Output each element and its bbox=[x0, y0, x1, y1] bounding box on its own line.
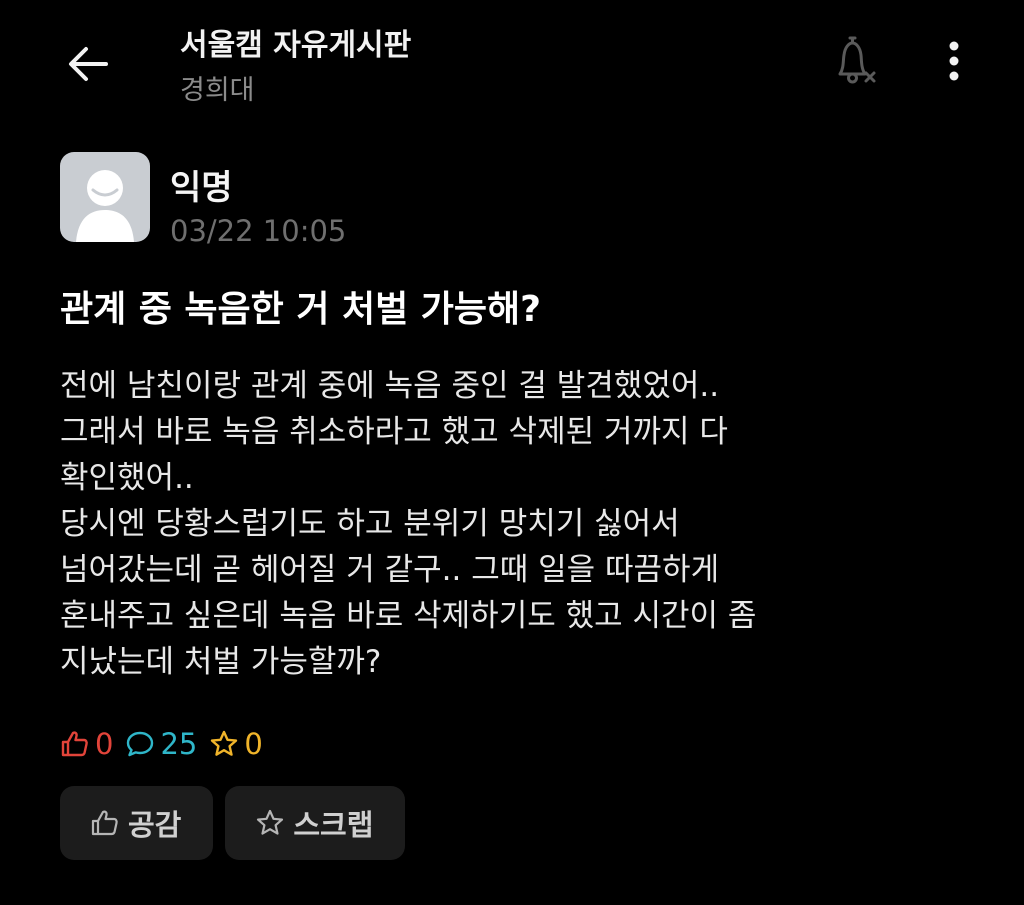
board-title: 서울캠 자유게시판 bbox=[180, 28, 412, 63]
notification-toggle-button[interactable] bbox=[828, 34, 884, 90]
like-count: 0 bbox=[95, 727, 114, 761]
star-icon bbox=[257, 809, 284, 835]
board-subtitle: 경희대 bbox=[180, 75, 255, 106]
thumbs-up-icon bbox=[91, 810, 118, 836]
comment-count-stat: 25 bbox=[125, 727, 197, 761]
scrap-button[interactable]: 스크랩 bbox=[225, 786, 406, 860]
post-body-line: 당시엔 당황스럽기도 하고 분위기 망치기 싫어서 bbox=[60, 506, 680, 542]
post-timestamp: 03/22 10:05 bbox=[170, 214, 347, 248]
scrap-button-label: 스크랩 bbox=[293, 808, 374, 842]
more-options-button[interactable] bbox=[932, 36, 976, 88]
avatar bbox=[60, 152, 150, 242]
post-body-line: 혼내주고 싶은데 녹음 바로 삭제하기도 했고 시간이 좀 bbox=[60, 598, 757, 634]
post-actions: 공감 스크랩 bbox=[60, 786, 417, 860]
like-count-stat: 0 bbox=[60, 727, 113, 761]
post-stats: 0 25 0 bbox=[60, 722, 275, 766]
speech-bubble-icon bbox=[127, 731, 154, 757]
arrow-left-icon bbox=[69, 47, 108, 81]
post-body-line: 지났는데 처벌 가능할까? bbox=[60, 644, 382, 680]
like-button-label: 공감 bbox=[128, 808, 182, 842]
back-button[interactable] bbox=[62, 38, 114, 90]
bell-off-icon bbox=[838, 36, 876, 84]
scrap-count: 0 bbox=[244, 727, 263, 761]
post-title: 관계 중 녹음한 거 처벌 가능해? bbox=[60, 289, 541, 330]
post-body-line: 확인했어.. bbox=[60, 460, 194, 496]
star-icon bbox=[211, 730, 238, 756]
post-body-line: 넘어갔는데 곧 헤어질 거 같구.. 그때 일을 따끔하게 bbox=[60, 552, 720, 588]
comment-count: 25 bbox=[160, 727, 198, 761]
default-profile-icon bbox=[76, 170, 134, 242]
post-body: 전에 남친이랑 관계 중에 녹음 중인 걸 발견했었어.. 그래서 바로 녹음 … bbox=[60, 363, 1000, 685]
post-body-line: 전에 남친이랑 관계 중에 녹음 중인 걸 발견했었어.. bbox=[60, 368, 720, 404]
author-name: 익명 bbox=[170, 168, 233, 208]
more-vertical-icon bbox=[949, 41, 959, 81]
like-button[interactable]: 공감 bbox=[60, 786, 214, 860]
post-body-line: 그래서 바로 녹음 취소하라고 했고 삭제된 거까지 다 bbox=[60, 414, 728, 450]
app-header: 서울캠 자유게시판 경희대 bbox=[0, 0, 1024, 120]
thumbs-up-icon bbox=[61, 731, 88, 757]
scrap-count-stat: 0 bbox=[209, 727, 263, 761]
